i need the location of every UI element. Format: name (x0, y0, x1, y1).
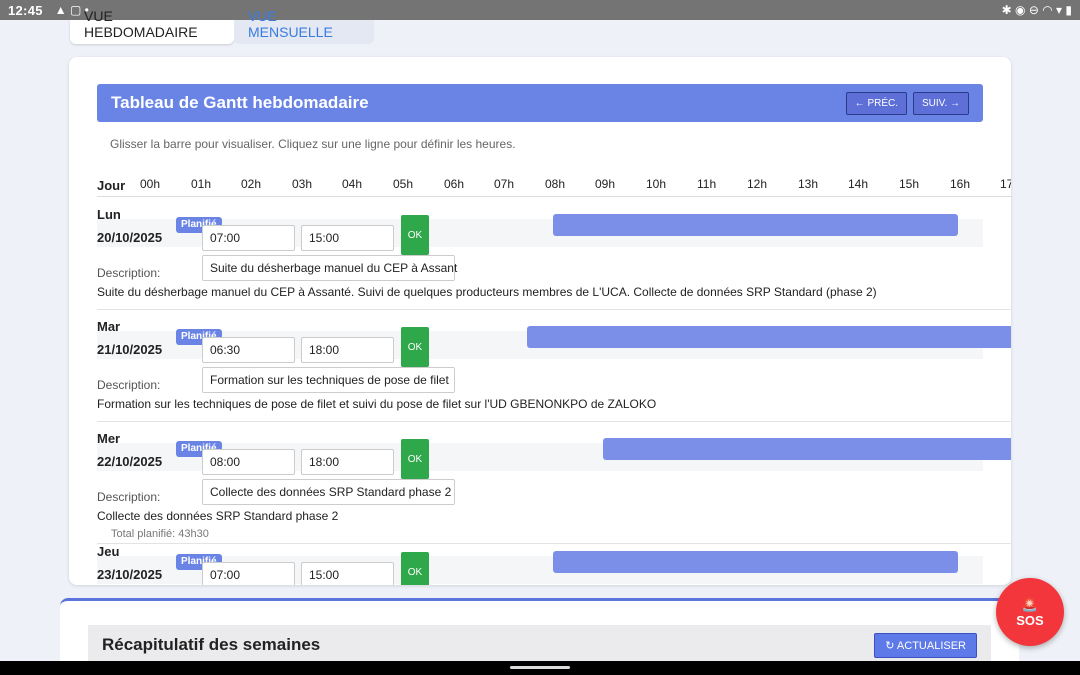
day-name: Jeu (97, 544, 120, 559)
refresh-button[interactable]: ↻ ACTUALISER (874, 632, 977, 658)
end-time-input[interactable]: 18:00 (301, 449, 394, 475)
day-name: Lun (97, 207, 121, 222)
day-date: 21/10/2025 (97, 342, 163, 357)
start-time-input[interactable]: 08:00 (202, 449, 295, 475)
row-divider (97, 421, 1011, 422)
hour-label: 06h (444, 177, 465, 191)
tab-monthly-view[interactable]: VUE MENSUELLE (234, 8, 374, 44)
hour-label: 12h (747, 177, 768, 191)
description-input[interactable]: Formation sur les techniques de pose de … (202, 367, 455, 393)
gantt-header: Tableau de Gantt hebdomadaire ← PRÉC. SU… (97, 84, 983, 122)
gantt-bar[interactable] (553, 551, 958, 573)
end-time-input[interactable]: 15:00 (301, 225, 394, 251)
gantt-hint: Glisser la barre pour visualiser. Clique… (110, 137, 516, 151)
status-system-icons: ✱ ◉ ⊖ ◠ ▾ ▮ (1001, 3, 1072, 17)
hour-label: 14h (848, 177, 869, 191)
hour-label: 01h (191, 177, 212, 191)
tab-weekly-view[interactable]: VUE HEBDOMADAIRE (70, 8, 234, 44)
gantt-card: Tableau de Gantt hebdomadaire ← PRÉC. SU… (69, 57, 1011, 585)
view-tabs: VUE HEBDOMADAIRE VUE MENSUELLE (70, 8, 374, 44)
hour-label: 04h (342, 177, 363, 191)
gantt-bar[interactable] (603, 438, 1011, 460)
day-name: Mar (97, 319, 121, 334)
recap-title: Récapitulatif des semaines (102, 635, 321, 654)
description-text: Suite du désherbage manuel du CEP à Assa… (97, 285, 877, 299)
recap-header: Récapitulatif des semaines ↻ ACTUALISER (88, 625, 991, 665)
system-nav-bar (0, 661, 1080, 675)
day-date: 22/10/2025 (97, 454, 163, 469)
sos-button[interactable]: 🚨 SOS (996, 578, 1064, 646)
ok-button[interactable]: OK (401, 215, 429, 255)
previous-week-button[interactable]: ← PRÉC. (845, 91, 908, 115)
description-text: Collecte des données SRP Standard phase … (97, 509, 339, 523)
day-date: 20/10/2025 (97, 230, 163, 245)
day-column-header: Jour (97, 178, 126, 193)
gantt-bar[interactable] (553, 214, 958, 236)
gantt-title: Tableau de Gantt hebdomadaire (111, 93, 369, 112)
siren-icon: 🚨 (1021, 596, 1039, 612)
hour-label: 08h (545, 177, 566, 191)
hour-label: 00h (140, 177, 161, 191)
description-label: Description: (97, 378, 161, 392)
description-input[interactable]: Suite du désherbage manuel du CEP à Assa… (202, 255, 457, 281)
hours-header: Jour 00h 01h 02h 03h 04h 05h 06h 07h 08h… (97, 175, 1011, 197)
week-navigation: ← PRÉC. SUIV. → (845, 91, 969, 115)
hour-label: 10h (646, 177, 667, 191)
total-planned: Total planifié: 43h30 (107, 528, 213, 540)
ok-button[interactable]: OK (401, 327, 429, 367)
hour-label: 07h (494, 177, 515, 191)
description-input[interactable]: Collecte des données SRP Standard phase … (202, 479, 455, 505)
hour-label: 11h (697, 177, 717, 191)
hour-label: 16h (950, 177, 971, 191)
status-time: 12:45 (8, 2, 43, 18)
description-label: Description: (97, 490, 161, 504)
day-row-thursday[interactable]: Jeu 23/10/2025 Planifié 07:00 15:00 OK (97, 543, 1011, 585)
description-label: Description: (97, 266, 161, 280)
day-name: Mer (97, 431, 121, 446)
hour-label: 02h (241, 177, 262, 191)
start-time-input[interactable]: 07:00 (202, 562, 295, 585)
ok-button[interactable]: OK (401, 552, 429, 585)
start-time-input[interactable]: 06:30 (202, 337, 295, 363)
start-time-input[interactable]: 07:00 (202, 225, 295, 251)
day-date: 23/10/2025 (97, 567, 163, 582)
hour-label: 15h (899, 177, 920, 191)
home-gesture-handle[interactable] (510, 666, 570, 669)
hour-label: 17h (1000, 177, 1011, 191)
next-week-button[interactable]: SUIV. → (913, 91, 969, 115)
sos-label: SOS (1016, 612, 1044, 628)
hour-label: 03h (292, 177, 313, 191)
end-time-input[interactable]: 15:00 (301, 562, 394, 585)
description-text: Formation sur les techniques de pose de … (97, 397, 657, 411)
row-divider (97, 309, 1011, 310)
ok-button[interactable]: OK (401, 439, 429, 479)
hour-label: 09h (595, 177, 616, 191)
hour-label: 13h (798, 177, 819, 191)
hour-label: 05h (393, 177, 414, 191)
gantt-bar[interactable] (527, 326, 1011, 348)
end-time-input[interactable]: 18:00 (301, 337, 394, 363)
